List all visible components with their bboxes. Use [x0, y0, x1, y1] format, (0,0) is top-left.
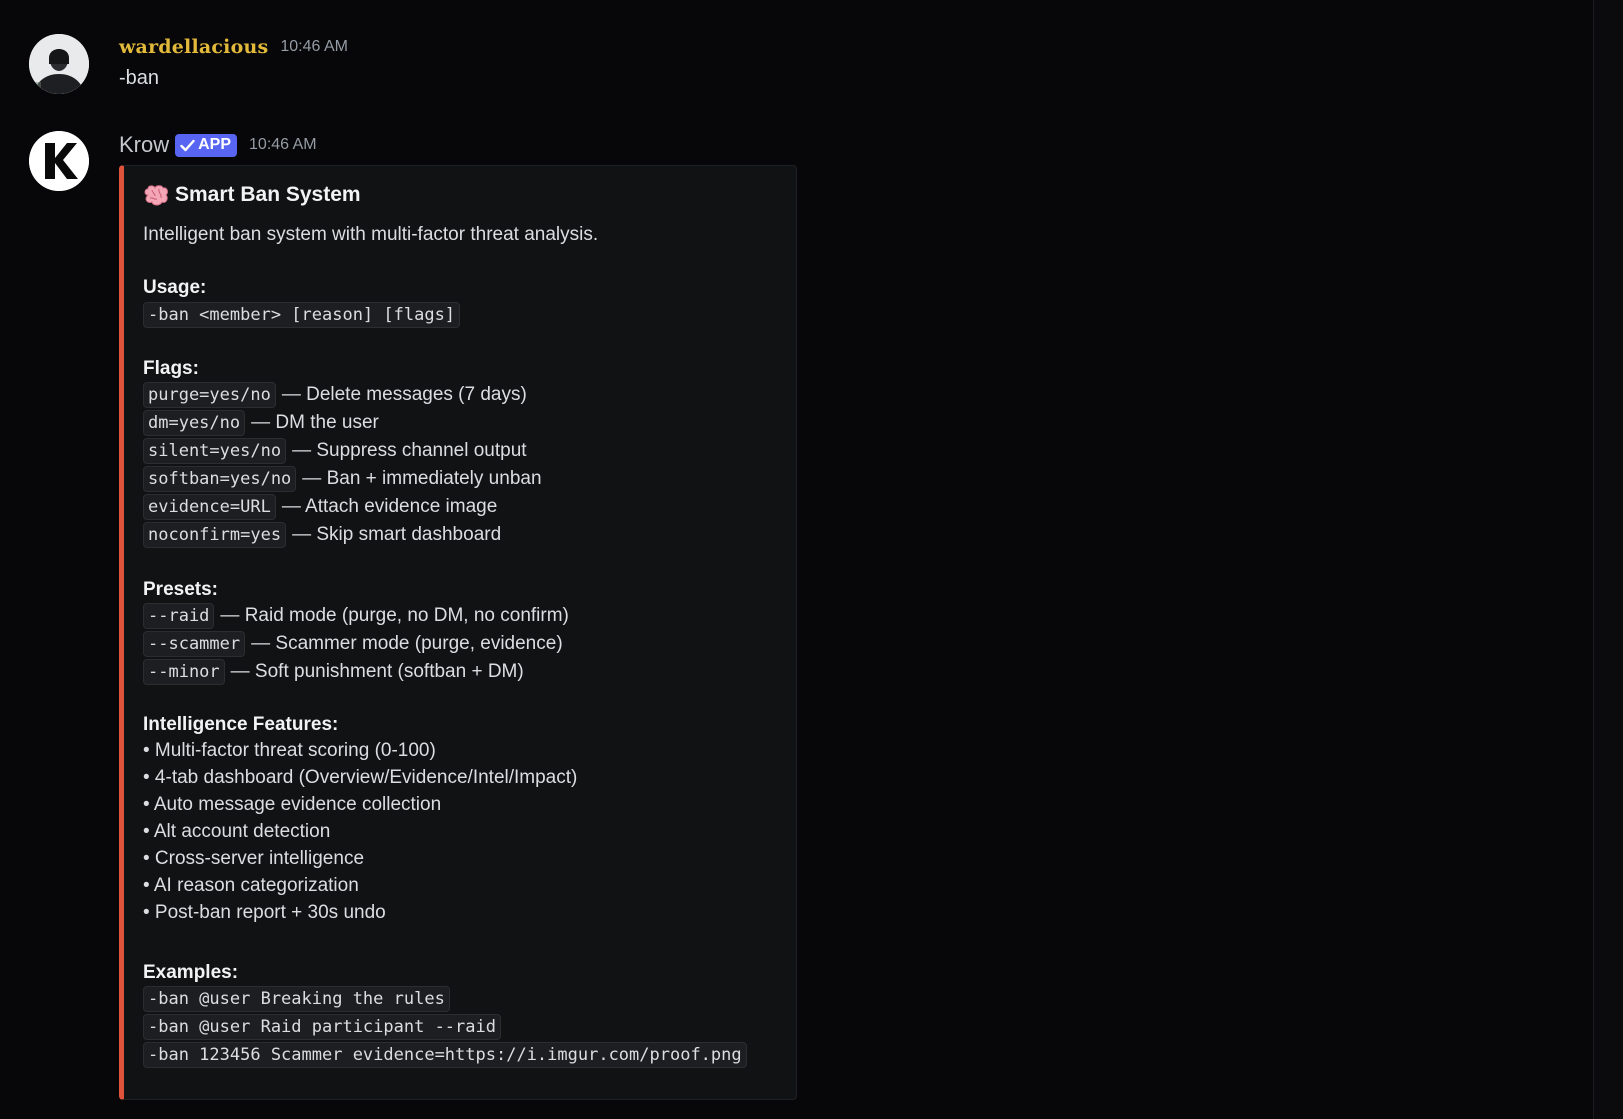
preset-code: --minor — [143, 659, 225, 685]
user-avatar[interactable] — [29, 34, 89, 94]
flag-item: evidence=URL — Attach evidence image — [143, 494, 497, 520]
embed-description: Intelligent ban system with multi-factor… — [143, 224, 599, 245]
usage-code-row: -ban <member> [reason] [flags] — [143, 302, 466, 328]
example-code: -ban @user Breaking the rules — [143, 986, 450, 1012]
flag-description: — Ban + immediately unban — [302, 468, 542, 489]
flag-code: silent=yes/no — [143, 438, 287, 464]
preset-code: --scammer — [143, 631, 246, 657]
flag-description: — Delete messages (7 days) — [281, 384, 527, 405]
features-heading: Intelligence Features: — [143, 714, 339, 735]
example-code: -ban 123456 Scammer evidence=https://i.i… — [143, 1042, 747, 1068]
feature-item: • AI reason categorization — [143, 875, 359, 896]
flag-item: noconfirm=yes — Skip smart dashboard — [143, 522, 501, 548]
chat-area: wardellacious 10:46 AM -ban Krow APP 10:… — [0, 0, 1593, 1119]
flag-code: purge=yes/no — [143, 382, 276, 408]
app-badge-label: APP — [198, 136, 232, 153]
preset-item: --scammer — Scammer mode (purge, evidence… — [143, 631, 563, 657]
user-message-header: wardellacious 10:46 AM — [119, 34, 348, 60]
preset-description: — Scammer mode (purge, evidence) — [251, 633, 563, 654]
preset-code: --raid — [143, 603, 215, 629]
flags-heading: Flags: — [143, 358, 199, 379]
usage-code: -ban <member> [reason] [flags] — [143, 302, 461, 328]
examples-heading: Examples: — [143, 962, 239, 983]
check-icon — [180, 139, 195, 151]
member-list-edge — [1593, 0, 1623, 1119]
feature-item: • Cross-server intelligence — [143, 848, 365, 869]
flag-code: noconfirm=yes — [143, 522, 287, 548]
flag-code: evidence=URL — [143, 494, 276, 520]
bot-name[interactable]: Krow — [119, 132, 169, 158]
preset-description: — Soft punishment (softban + DM) — [230, 661, 524, 682]
flag-description: — Skip smart dashboard — [292, 524, 502, 545]
flag-code: softban=yes/no — [143, 466, 297, 492]
user-avatar-image — [29, 34, 89, 94]
flag-description: — Attach evidence image — [281, 496, 498, 517]
presets-heading: Presets: — [143, 579, 218, 600]
krow-logo-icon — [29, 131, 89, 191]
user-message-text: -ban — [119, 67, 160, 89]
flag-code: dm=yes/no — [143, 410, 246, 436]
example-item: -ban @user Raid participant --raid — [143, 1014, 507, 1040]
embed-title-text: Smart Ban System — [175, 183, 361, 206]
example-item: -ban 123456 Scammer evidence=https://i.i… — [143, 1042, 753, 1068]
feature-item: • Alt account detection — [143, 821, 331, 842]
preset-item: --raid — Raid mode (purge, no DM, no conf… — [143, 603, 569, 629]
feature-item: • Multi-factor threat scoring (0-100) — [143, 740, 436, 761]
example-item: -ban @user Breaking the rules — [143, 986, 456, 1012]
preset-description: — Raid mode (purge, no DM, no confirm) — [220, 605, 569, 626]
flag-description: — Suppress channel output — [292, 440, 527, 461]
user-timestamp[interactable]: 10:46 AM — [280, 38, 348, 56]
app-badge: APP — [175, 133, 238, 157]
bot-timestamp[interactable]: 10:46 AM — [249, 136, 317, 154]
feature-item: • Post-ban report + 30s undo — [143, 902, 386, 923]
bot-message-header: Krow APP 10:46 AM — [119, 131, 317, 159]
bot-avatar[interactable] — [29, 131, 89, 191]
help-embed: Smart Ban System Intelligent ban system … — [119, 165, 797, 1100]
flag-description: — DM the user — [251, 412, 379, 433]
usage-heading: Usage: — [143, 277, 207, 298]
flag-item: purge=yes/no — Delete messages (7 days) — [143, 382, 527, 408]
flag-item: softban=yes/no — Ban + immediately unban — [143, 466, 542, 492]
brain-icon — [144, 185, 168, 206]
preset-item: --minor — Soft punishment (softban + DM) — [143, 659, 524, 685]
embed-title: Smart Ban System — [143, 181, 361, 209]
user-name[interactable]: wardellacious — [119, 36, 268, 58]
feature-item: • 4-tab dashboard (Overview/Evidence/Int… — [143, 767, 578, 788]
feature-item: • Auto message evidence collection — [143, 794, 442, 815]
flag-item: silent=yes/no — Suppress channel output — [143, 438, 527, 464]
example-code: -ban @user Raid participant --raid — [143, 1014, 501, 1040]
flag-item: dm=yes/no — DM the user — [143, 410, 379, 436]
